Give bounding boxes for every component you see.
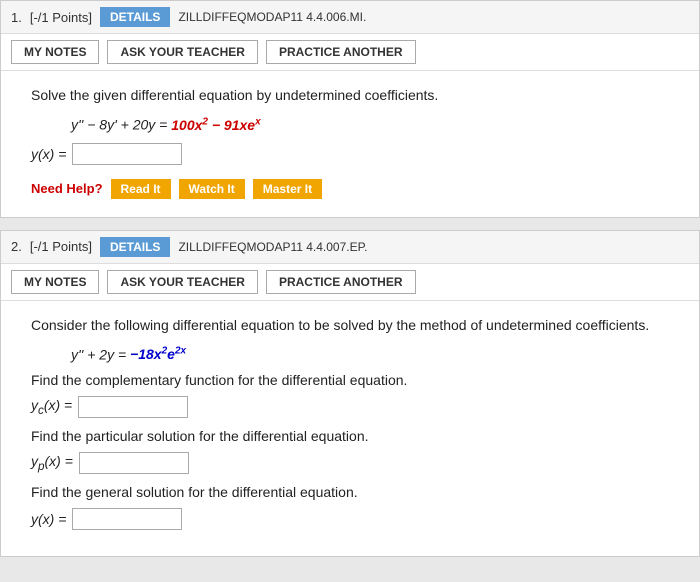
problem-1-number: 1. — [11, 10, 22, 25]
problem-1-content: Solve the given differential equation by… — [1, 71, 699, 217]
problem-2-content: Consider the following differential equa… — [1, 301, 699, 557]
problem-1-description: Solve the given differential equation by… — [31, 85, 669, 106]
my-notes-button-1[interactable]: MY NOTES — [11, 40, 99, 64]
ask-teacher-button-1[interactable]: ASK YOUR TEACHER — [107, 40, 257, 64]
problem-2-sub1-answer-row: yc(x) = — [31, 396, 669, 418]
problem-2-number: 2. — [11, 239, 22, 254]
problem-2-points: [-/1 Points] — [30, 239, 92, 254]
ask-teacher-button-2[interactable]: ASK YOUR TEACHER — [107, 270, 257, 294]
problem-1-points: [-/1 Points] — [30, 10, 92, 25]
problem-2: 2. [-/1 Points] DETAILS ZILLDIFFEQMODAP1… — [0, 230, 700, 558]
problem-2-details-button[interactable]: DETAILS — [100, 237, 170, 257]
problem-2-sub3-answer-row: y(x) = — [31, 508, 669, 530]
problem-2-sub3-label: y(x) = — [31, 511, 66, 527]
problem-1-answer-input[interactable] — [72, 143, 182, 165]
problem-1: 1. [-/1 Points] DETAILS ZILLDIFFEQMODAP1… — [0, 0, 700, 218]
problem-2-sub2-label: yp(x) = — [31, 453, 73, 473]
problem-2-sub1-input[interactable] — [78, 396, 188, 418]
problem-2-sub2-answer-row: yp(x) = — [31, 452, 669, 474]
problem-2-equation: y'' + 2y = −18x2e2x — [71, 346, 669, 363]
problem-1-need-help-label: Need Help? — [31, 181, 103, 196]
problem-2-sub2-input[interactable] — [79, 452, 189, 474]
problem-2-sub1-text: Find the complementary function for the … — [31, 372, 669, 388]
problem-2-code: ZILLDIFFEQMODAP11 4.4.007.EP. — [178, 240, 367, 254]
problem-1-answer-row: y(x) = — [31, 143, 669, 165]
problem-2-sub2-text: Find the particular solution for the dif… — [31, 428, 669, 444]
problem-1-equation: y'' − 8y' + 20y = 100x2 − 91xex — [71, 116, 669, 133]
problem-1-code: ZILLDIFFEQMODAP11 4.4.006.MI. — [178, 10, 366, 24]
practice-another-button-2[interactable]: PRACTICE ANOTHER — [266, 270, 416, 294]
problem-2-description: Consider the following differential equa… — [31, 315, 669, 336]
practice-another-button-1[interactable]: PRACTICE ANOTHER — [266, 40, 416, 64]
watch-it-button-1[interactable]: Watch It — [179, 179, 245, 199]
problem-2-sub1-label: yc(x) = — [31, 397, 72, 417]
problem-1-help-row: Need Help? Read It Watch It Master It — [31, 179, 669, 199]
master-it-button-1[interactable]: Master It — [253, 179, 322, 199]
problem-2-sub3-text: Find the general solution for the differ… — [31, 484, 669, 500]
problem-1-details-button[interactable]: DETAILS — [100, 7, 170, 27]
read-it-button-1[interactable]: Read It — [111, 179, 171, 199]
problem-1-action-bar: MY NOTES ASK YOUR TEACHER PRACTICE ANOTH… — [1, 34, 699, 71]
problem-1-header: 1. [-/1 Points] DETAILS ZILLDIFFEQMODAP1… — [1, 1, 699, 34]
problem-2-header: 2. [-/1 Points] DETAILS ZILLDIFFEQMODAP1… — [1, 231, 699, 264]
problem-2-action-bar: MY NOTES ASK YOUR TEACHER PRACTICE ANOTH… — [1, 264, 699, 301]
my-notes-button-2[interactable]: MY NOTES — [11, 270, 99, 294]
problem-2-sub3-input[interactable] — [72, 508, 182, 530]
problem-1-answer-label: y(x) = — [31, 146, 66, 162]
